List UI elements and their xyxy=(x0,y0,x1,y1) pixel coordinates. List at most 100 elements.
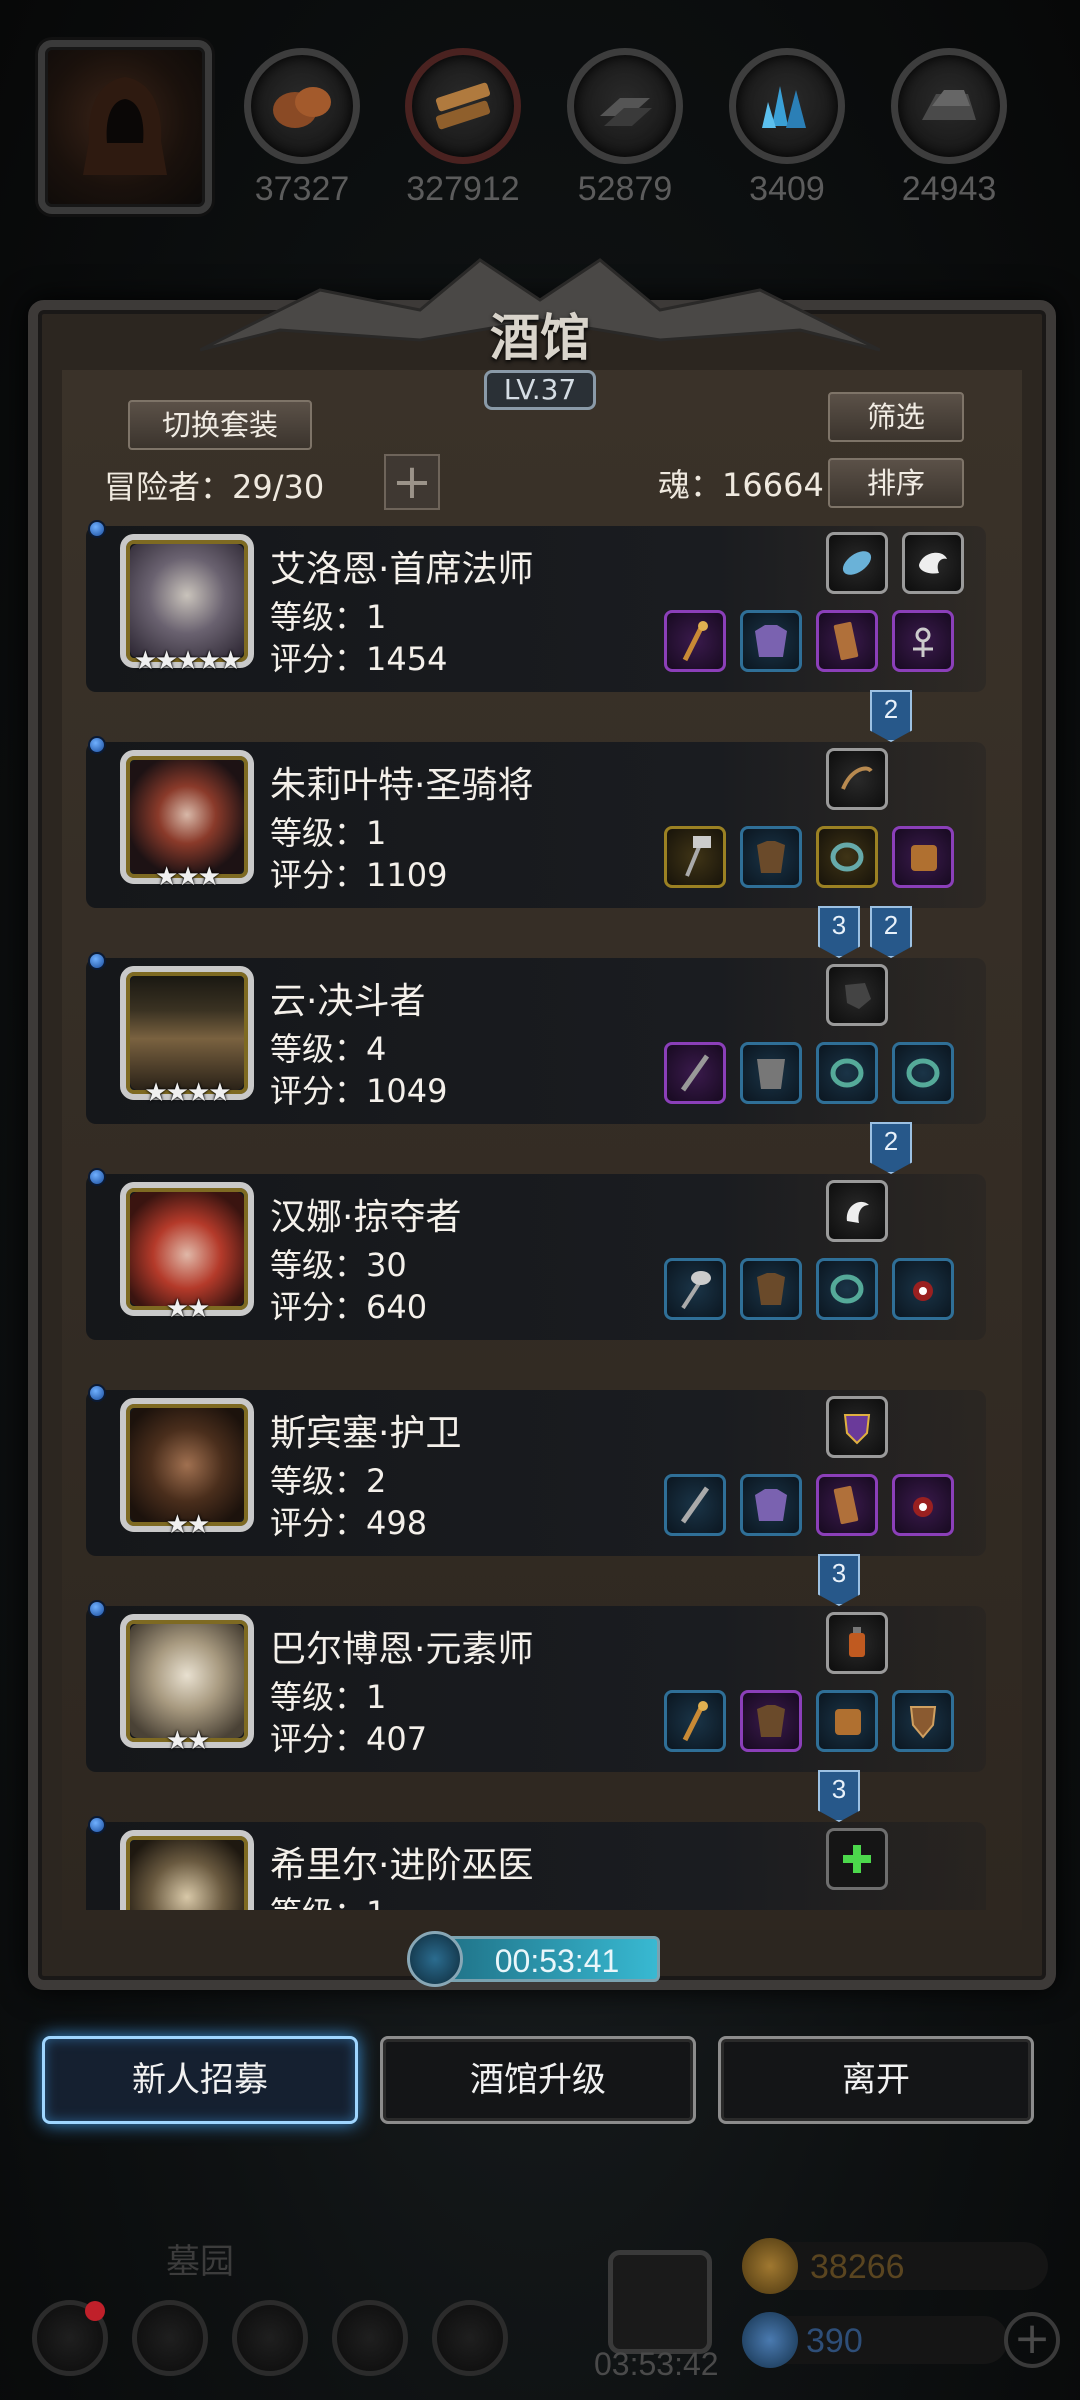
armor-slot[interactable] xyxy=(740,1042,802,1104)
weapon-slot[interactable] xyxy=(664,1258,726,1320)
class-gem-icon xyxy=(88,736,106,754)
hero-level: 等级：2 xyxy=(270,1462,387,1500)
expand-capacity-button[interactable]: + xyxy=(384,454,440,510)
hero-row[interactable]: ★★ 斯宾塞·护卫 等级：2 评分：498 xyxy=(86,1384,986,1556)
map-icon[interactable] xyxy=(432,2300,508,2376)
sort-button[interactable]: 排序 xyxy=(828,458,964,508)
hero-score: 评分：407 xyxy=(270,1720,428,1758)
achievement-icon[interactable] xyxy=(132,2300,208,2376)
gold-coin-icon xyxy=(742,2238,798,2294)
hero-stars: ★★ xyxy=(165,1294,211,1324)
hero-stars: ★★★★ xyxy=(144,1078,231,1108)
upgrade-badge: 2 xyxy=(870,690,912,742)
ring-slot[interactable] xyxy=(816,1258,878,1320)
class-gem-icon xyxy=(88,1168,106,1186)
filter-button[interactable]: 筛选 xyxy=(828,392,964,442)
resource-count: 3409 xyxy=(749,170,825,208)
hero-name: 汉娜·掠夺者 xyxy=(270,1197,462,1238)
offhand-slot[interactable] xyxy=(816,610,878,672)
gem-icon xyxy=(742,2312,798,2368)
hero-score: 评分：498 xyxy=(270,1504,428,1542)
add-gems-button[interactable]: + xyxy=(1004,2312,1060,2368)
upgrade-badge: 2 xyxy=(870,1122,912,1174)
resource-crystal[interactable]: 3409 xyxy=(729,48,845,209)
upgrade-tavern-button[interactable]: 酒馆升级 xyxy=(380,2036,696,2124)
add-item-slot[interactable] xyxy=(826,1828,888,1890)
guild-icon[interactable] xyxy=(232,2300,308,2376)
hero-stars: ★★★ xyxy=(155,862,221,892)
hero-row[interactable]: ★★★★ 云·决斗者 等级：4 评分：1049 xyxy=(86,952,986,1124)
gem-count: 390 xyxy=(806,2322,863,2360)
resource-wood[interactable]: 327912 xyxy=(405,48,521,209)
ring-slot[interactable] xyxy=(816,1042,878,1104)
switch-outfit-button[interactable]: 切换套装 xyxy=(128,400,312,450)
hero-name: 云·决斗者 xyxy=(270,981,426,1022)
hero-stars: ★★ xyxy=(165,1510,211,1540)
hero-score: 评分：1109 xyxy=(270,856,448,894)
armor-slot[interactable] xyxy=(740,1258,802,1320)
accessory-slot[interactable] xyxy=(826,1180,888,1242)
hooded-figure-icon[interactable] xyxy=(38,40,212,214)
mail-icon[interactable] xyxy=(332,2300,408,2376)
timer-text: 00:53:41 xyxy=(494,1943,620,1979)
hero-row[interactable]: ★★ 汉娜·掠夺者 等级：30 评分：640 xyxy=(86,1168,986,1340)
settings-icon[interactable] xyxy=(32,2300,108,2376)
hero-name: 巴尔博恩·元素师 xyxy=(270,1629,534,1670)
boots-slot[interactable] xyxy=(816,1690,878,1752)
shield-emblem-slot[interactable] xyxy=(826,1396,888,1458)
resource-count: 327912 xyxy=(406,170,520,208)
accessory-slot[interactable] xyxy=(826,532,888,594)
wood-icon xyxy=(405,48,521,164)
shield-slot[interactable] xyxy=(892,1690,954,1752)
resource-ore[interactable]: 37327 xyxy=(244,48,360,209)
hero-score: 评分：1454 xyxy=(270,640,448,678)
gold-count: 38266 xyxy=(810,2248,905,2286)
hero-stars: ★★★★★ xyxy=(133,646,243,676)
accessory-slot[interactable] xyxy=(826,748,888,810)
upgrade-badge: 3 xyxy=(818,1770,860,1822)
class-gem-icon xyxy=(88,1816,106,1834)
ring-slot[interactable] xyxy=(892,1042,954,1104)
boots-slot[interactable] xyxy=(892,826,954,888)
class-gem-icon xyxy=(88,1600,106,1618)
soul-count: 魂：16664 xyxy=(658,466,824,504)
recruit-button[interactable]: 新人招募 xyxy=(42,2036,358,2124)
upgrade-badge: 2 xyxy=(870,906,912,958)
weapon-slot[interactable] xyxy=(664,1042,726,1104)
hero-score: 评分：640 xyxy=(270,1288,428,1326)
gift-box-icon[interactable] xyxy=(608,2250,712,2354)
hero-name: 艾洛恩·首席法师 xyxy=(270,549,534,590)
trinket-slot[interactable] xyxy=(892,1258,954,1320)
class-gem-icon xyxy=(88,520,106,538)
armor-slot[interactable] xyxy=(740,1474,802,1536)
hero-list[interactable]: ★★★★★ 艾洛恩·首席法师 等级：1 评分：1454 2 ★★★ 朱莉叶特·圣… xyxy=(86,520,986,1910)
crystal-icon xyxy=(729,48,845,164)
weapon-slot[interactable] xyxy=(664,1474,726,1536)
weapon-slot[interactable] xyxy=(664,610,726,672)
armor-slot[interactable] xyxy=(740,1690,802,1752)
trinket-slot[interactable] xyxy=(892,1474,954,1536)
hero-portrait[interactable] xyxy=(120,1830,254,1910)
armor-slot[interactable] xyxy=(740,610,802,672)
resource-count: 52879 xyxy=(577,170,673,208)
trinket-slot[interactable] xyxy=(892,610,954,672)
accessory-slot[interactable] xyxy=(902,532,964,594)
resource-count: 37327 xyxy=(254,170,350,208)
glove-slot[interactable] xyxy=(826,964,888,1026)
resource-iron[interactable]: 52879 xyxy=(567,48,683,209)
weapon-slot[interactable] xyxy=(664,826,726,888)
weapon-slot[interactable] xyxy=(664,1690,726,1752)
ring-slot[interactable] xyxy=(816,826,878,888)
hero-row[interactable]: ★★★ 朱莉叶特·圣骑将 等级：1 评分：1109 xyxy=(86,736,986,908)
class-gem-icon xyxy=(88,1384,106,1402)
hero-row[interactable]: ★★ 巴尔博恩·元素师 等级：1 评分：407 xyxy=(86,1600,986,1772)
offhand-slot[interactable] xyxy=(816,1474,878,1536)
leave-button[interactable]: 离开 xyxy=(718,2036,1034,2124)
hero-row[interactable]: 希里尔·进阶巫医 等级：1 xyxy=(86,1816,986,1910)
resource-stone[interactable]: 24943 xyxy=(891,48,1007,209)
hero-row[interactable]: ★★★★★ 艾洛恩·首席法师 等级：1 评分：1454 xyxy=(86,520,986,692)
lantern-slot[interactable] xyxy=(826,1612,888,1674)
armor-slot[interactable] xyxy=(740,826,802,888)
ore-icon xyxy=(244,48,360,164)
hero-level: 等级：1 xyxy=(270,1888,386,1910)
